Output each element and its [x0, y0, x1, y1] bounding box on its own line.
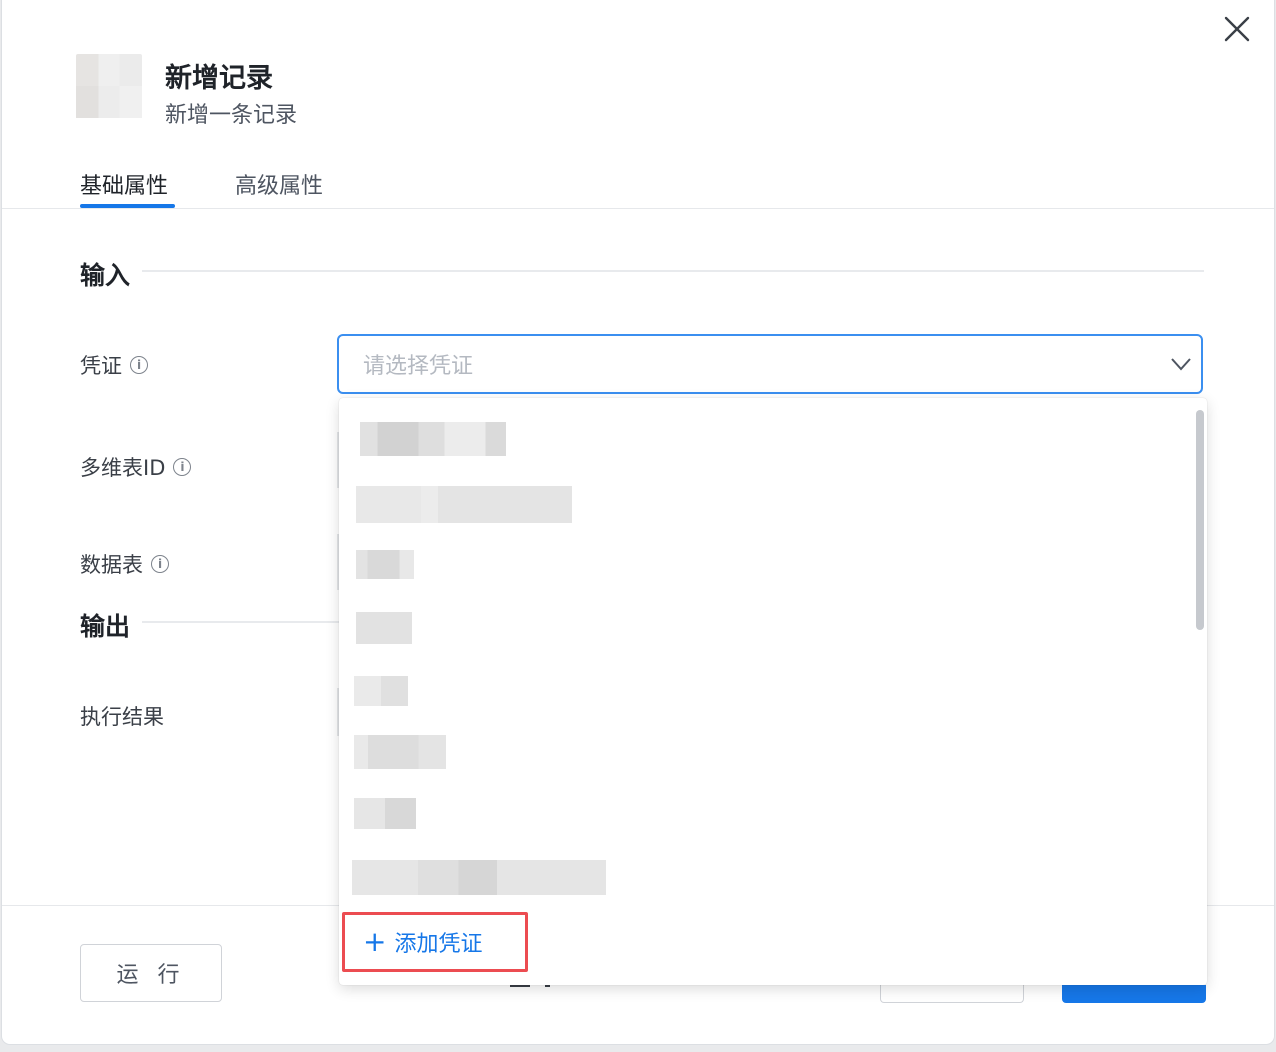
plus-icon: + [363, 925, 387, 958]
redacted-option-text [360, 422, 506, 456]
add-credential-label: 添加凭证 [394, 932, 483, 957]
data-table-label-text: 数据表 [80, 553, 143, 577]
credential-option[interactable] [354, 676, 408, 706]
redacted-option-text [354, 735, 446, 769]
table-id-label-text: 多维表ID [80, 456, 166, 480]
redacted-option-text [356, 486, 572, 523]
cancel-button[interactable] [880, 985, 1024, 1003]
confirm-button[interactable] [1062, 985, 1206, 1003]
close-icon [1224, 16, 1250, 42]
tabs-divider [2, 208, 1274, 209]
add-record-dialog: 新增记录 新增一条记录 基础属性 高级属性 输入 凭证 i 多维表ID i 数据… [2, 0, 1274, 1044]
tab-advanced-properties[interactable]: 高级属性 [235, 168, 323, 200]
credential-option[interactable] [360, 422, 506, 456]
section-input-title: 输入 [80, 261, 131, 290]
redacted-option-text [354, 676, 408, 706]
dialog-subtitle: 新增一条记录 [165, 103, 298, 128]
credential-option[interactable] [354, 735, 446, 769]
close-button[interactable] [1218, 10, 1256, 48]
credential-select[interactable]: 请选择凭证 [337, 334, 1203, 394]
data-table-label: 数据表 i [80, 549, 169, 579]
tab-basic-properties[interactable]: 基础属性 [80, 168, 168, 200]
info-icon[interactable]: i [151, 555, 169, 573]
app-logo [76, 54, 142, 118]
info-icon[interactable]: i [130, 356, 148, 374]
redacted-option-text [356, 612, 412, 644]
credential-dropdown: + 添加凭证 [339, 398, 1207, 985]
redacted-option-text [356, 550, 414, 579]
credential-select-placeholder: 请选择凭证 [363, 354, 474, 379]
credential-option[interactable] [356, 550, 414, 579]
dialog-title: 新增记录 [165, 63, 273, 94]
redacted-option-text [354, 798, 416, 829]
credential-label-text: 凭证 [80, 354, 122, 378]
add-credential-button[interactable]: + 添加凭证 [342, 912, 528, 972]
credential-option[interactable] [356, 612, 412, 644]
info-icon[interactable]: i [173, 458, 192, 476]
section-input-divider [142, 270, 1204, 272]
section-output-divider [142, 621, 342, 623]
chevron-down-icon [1171, 358, 1191, 371]
table-id-label: 多维表ID i [80, 452, 192, 482]
credential-option[interactable] [352, 860, 606, 895]
result-label: 执行结果 [80, 701, 164, 731]
credential-label: 凭证 i [80, 350, 148, 380]
credential-option[interactable] [354, 798, 416, 829]
result-label-text: 执行结果 [80, 705, 164, 729]
run-button[interactable]: 运 行 [80, 944, 222, 1002]
credential-option[interactable] [356, 486, 572, 523]
section-output-title: 输出 [80, 612, 131, 641]
dropdown-scrollbar[interactable] [1196, 410, 1204, 630]
redacted-option-text [352, 860, 606, 895]
